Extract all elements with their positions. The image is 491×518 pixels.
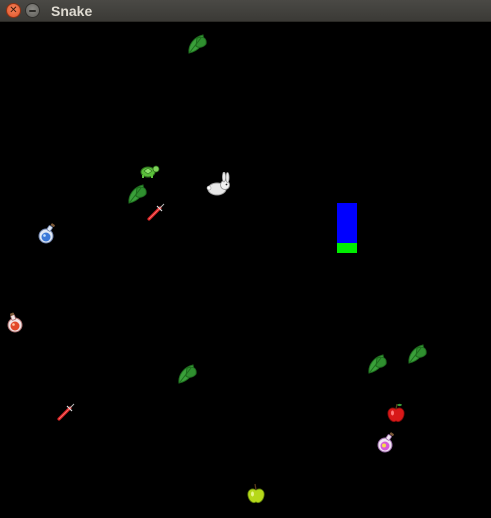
apple-icon	[246, 482, 266, 506]
leaf-icon	[176, 362, 198, 386]
potion-icon	[36, 223, 58, 245]
minimize-icon	[29, 9, 36, 12]
snake-head	[337, 243, 357, 253]
title-bar[interactable]: ✕ Snake	[0, 0, 491, 22]
potion-icon	[375, 432, 397, 454]
syringe-icon	[56, 402, 76, 422]
leaf-icon	[186, 32, 208, 56]
snake-body	[337, 203, 357, 243]
potion-icon	[5, 312, 27, 334]
leaf-icon	[406, 342, 428, 366]
close-icon: ✕	[9, 4, 18, 16]
syringe-icon	[146, 202, 166, 222]
apple-icon	[386, 402, 406, 424]
minimize-button[interactable]	[25, 3, 40, 18]
turtle-icon	[138, 163, 160, 179]
leaf-icon	[366, 352, 388, 376]
close-button[interactable]: ✕	[6, 3, 21, 18]
window-title: Snake	[51, 3, 93, 19]
game-board[interactable]	[0, 22, 491, 518]
rabbit-icon	[206, 171, 232, 198]
game-window: ✕ Snake	[0, 0, 491, 518]
leaf-icon	[126, 182, 148, 206]
